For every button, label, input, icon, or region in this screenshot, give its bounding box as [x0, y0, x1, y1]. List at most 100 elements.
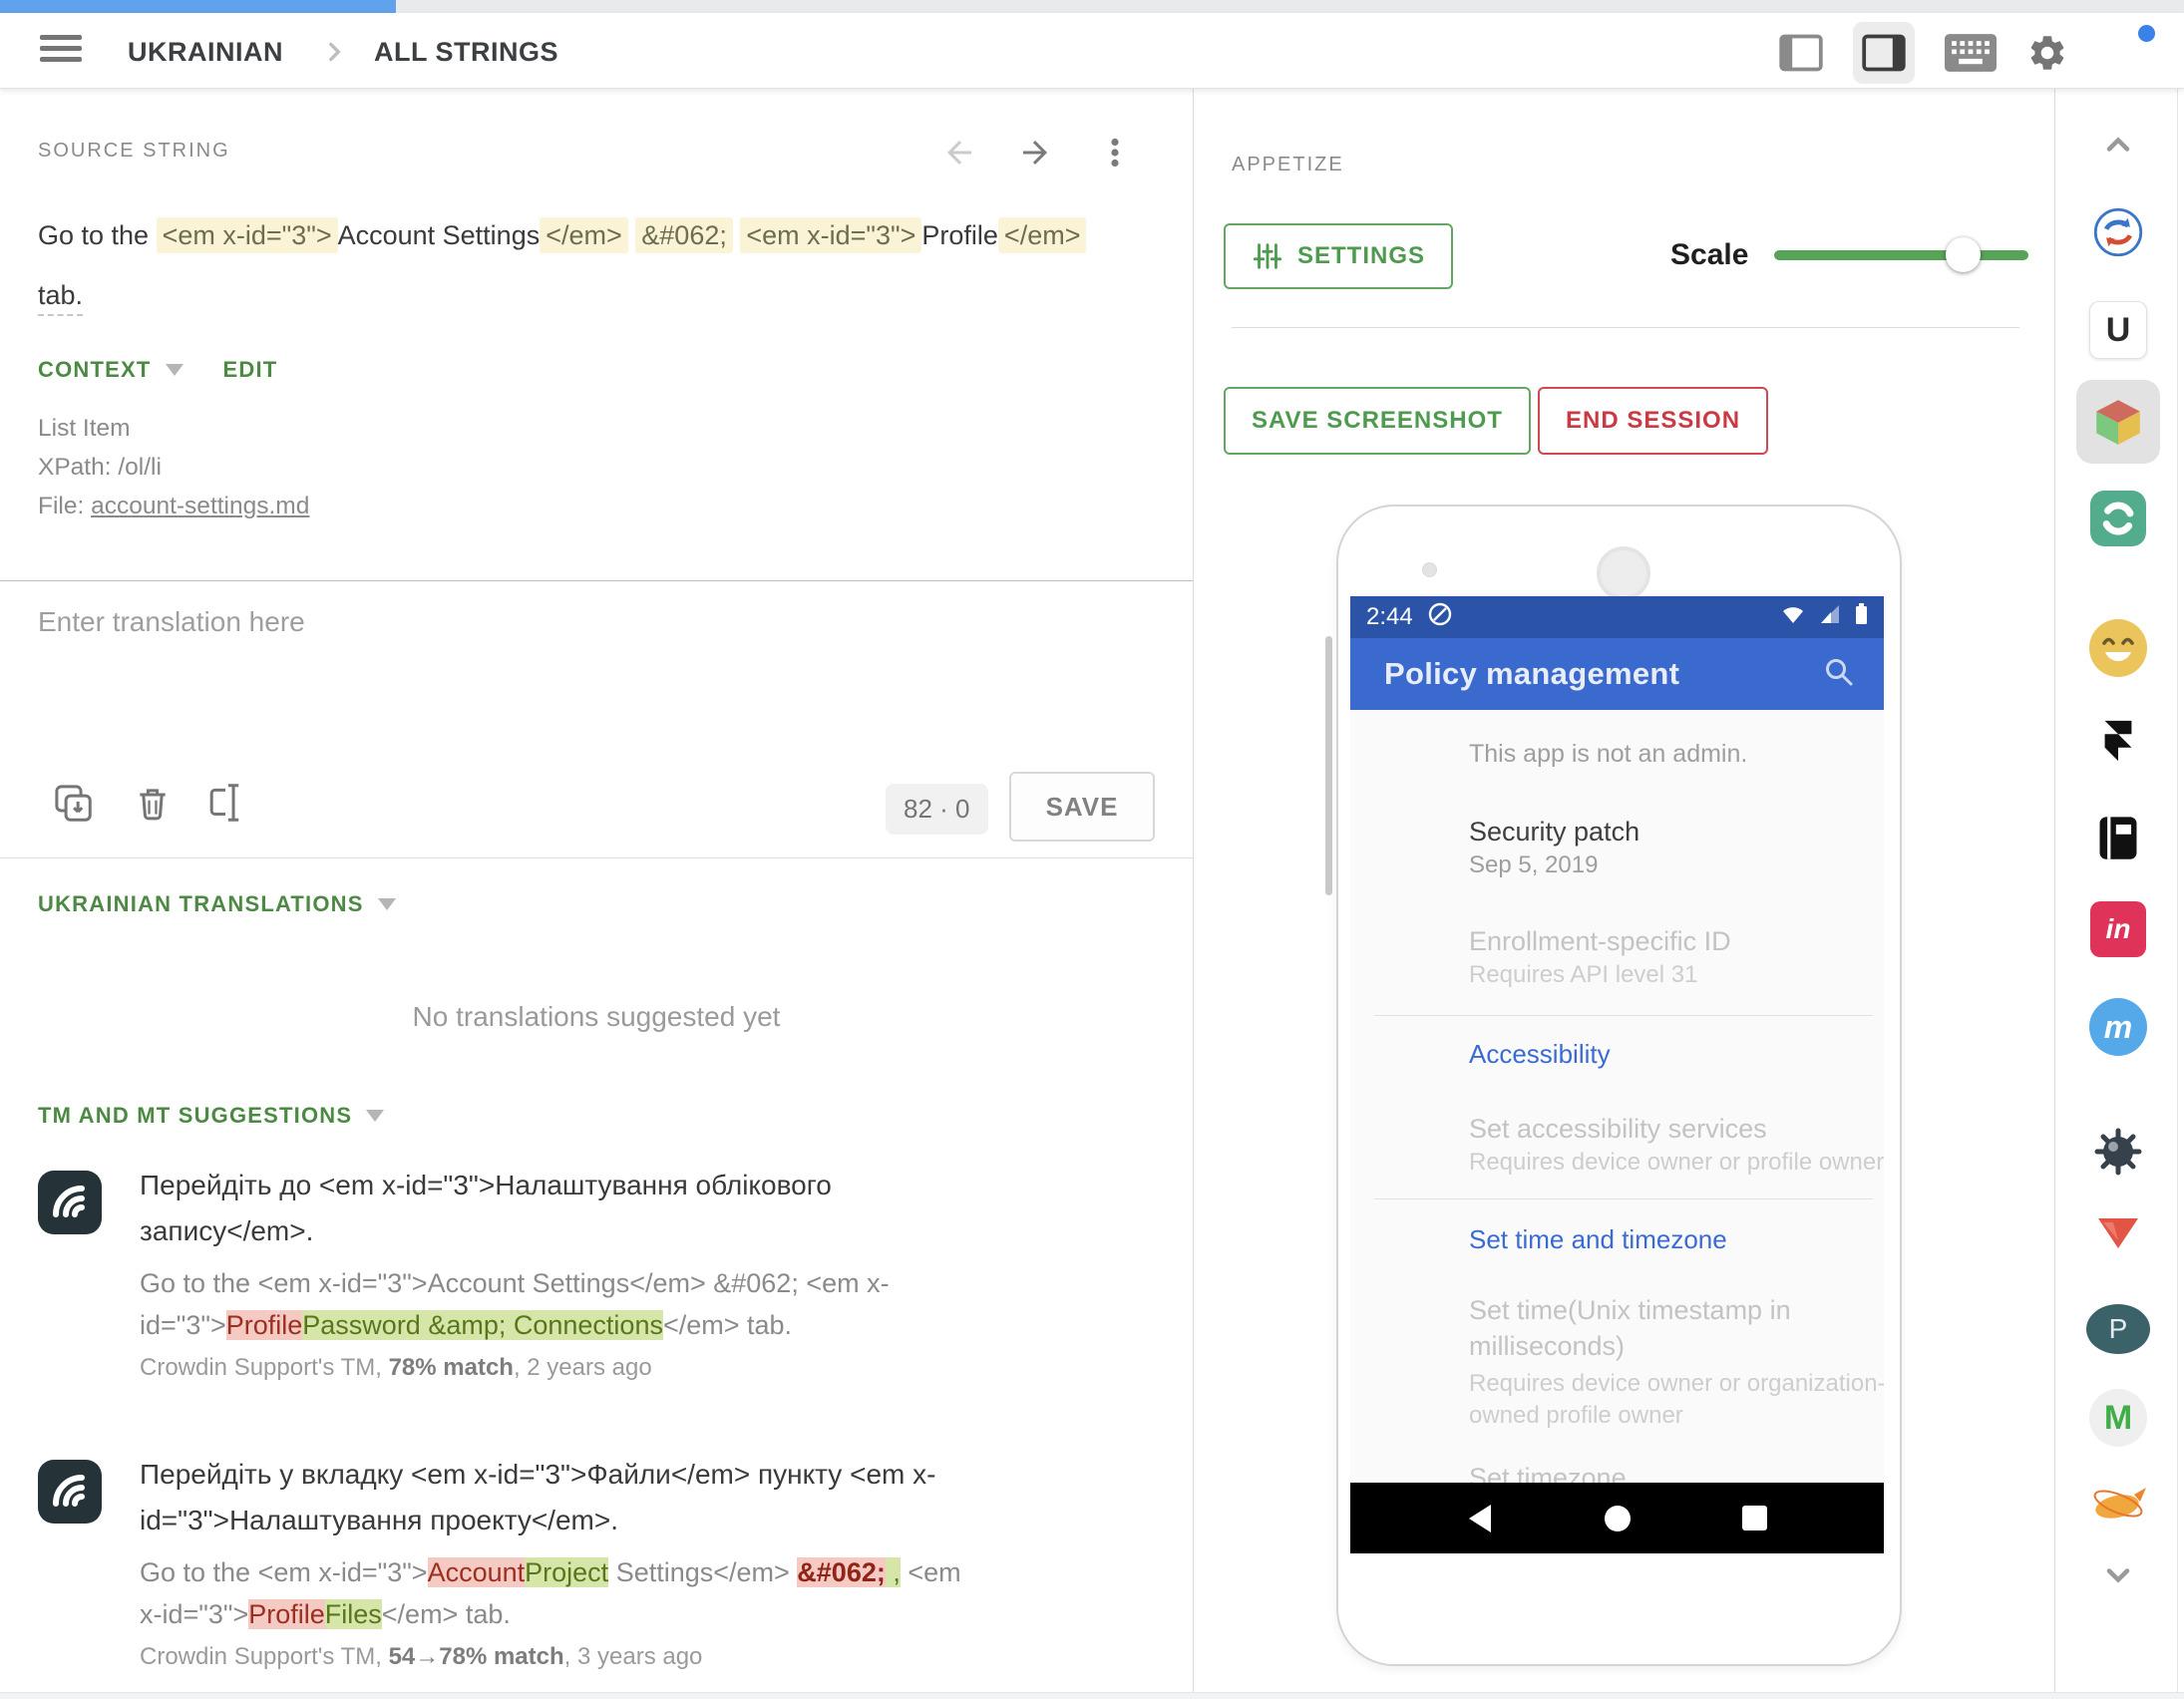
suggestion-translation-text: Перейдіть до <em x-id="3">Налаштування о… — [140, 1163, 977, 1254]
divider — [0, 580, 1193, 581]
context-collapse-icon[interactable] — [166, 364, 183, 376]
system-update-icon — [1427, 601, 1453, 634]
signal-icon — [1819, 603, 1841, 632]
section-link[interactable]: Set time and timezone — [1469, 1224, 1727, 1255]
translations-section-header: UKRAINIAN TRANSLATIONS — [38, 891, 396, 917]
section-link[interactable]: Accessibility — [1469, 1039, 1611, 1070]
suggestion-translation-text: Перейдіть у вкладку <em x-id="3">Файли</… — [140, 1452, 977, 1543]
recents-button[interactable] — [1738, 1502, 1772, 1535]
context-xpath: XPath: /ol/li — [38, 448, 309, 487]
android-status-bar: 2:44 — [1350, 596, 1884, 638]
menu-button[interactable] — [40, 35, 82, 67]
html-tag-token: </em> — [540, 217, 628, 253]
header-bar: UKRAINIAN ALL STRINGS — [0, 13, 2184, 88]
translation-input[interactable] — [30, 598, 1163, 774]
home-button[interactable] — [1601, 1502, 1635, 1535]
appetize-title: APPETIZE — [1232, 154, 1344, 176]
context-file-link[interactable]: account-settings.md — [91, 493, 309, 519]
search-icon[interactable] — [1822, 655, 1856, 694]
layout-right-panel-icon[interactable] — [1853, 22, 1915, 84]
context-edit-button[interactable]: EDIT — [223, 357, 278, 383]
proto-tool-icon[interactable]: P — [2086, 1304, 2150, 1354]
translations-section-toggle[interactable]: UKRAINIAN TRANSLATIONS — [38, 891, 364, 917]
tm-collapse-icon[interactable] — [366, 1110, 384, 1122]
panel-scrollbar[interactable] — [1325, 636, 1332, 895]
diff-added: Password &amp; Connections — [302, 1310, 663, 1340]
sync-tool-icon[interactable] — [2092, 206, 2144, 258]
layout-left-panel-icon[interactable] — [1779, 34, 1823, 72]
context-row: CONTEXT EDIT — [38, 357, 277, 383]
user-avatar[interactable] — [2098, 24, 2156, 82]
marvel-tool-icon[interactable]: m — [2089, 998, 2147, 1056]
breadcrumb-file-filter[interactable]: ALL STRINGS — [374, 37, 558, 68]
context-toggle[interactable]: CONTEXT — [38, 357, 152, 383]
save-screenshot-button[interactable]: SAVE SCREENSHOT — [1224, 387, 1531, 455]
breadcrumb-language[interactable]: UKRAINIAN — [128, 37, 283, 68]
diff-removed: &#062; — [797, 1557, 886, 1587]
loop-tool-icon[interactable] — [2090, 491, 2146, 546]
string-menu-button[interactable] — [1097, 135, 1133, 170]
suggestion-body: Перейдіть до <em x-id="3">Налаштування о… — [140, 1163, 977, 1382]
keyboard-shortcuts-icon[interactable] — [1945, 34, 1997, 72]
qa-underlined-word: tab. — [38, 280, 83, 316]
speaker-grill — [1597, 546, 1650, 600]
diff-added: Project — [525, 1557, 608, 1587]
tm-suggestion[interactable]: Перейдіть у вкладку <em x-id="3">Файли</… — [38, 1452, 1155, 1671]
translations-collapse-icon[interactable] — [378, 898, 396, 910]
previous-string-button[interactable] — [941, 135, 977, 170]
select-text-icon[interactable] — [202, 780, 248, 826]
mine-tool-icon[interactable] — [2091, 1125, 2145, 1179]
translation-progress-bar — [0, 0, 2184, 13]
save-translation-button[interactable]: SAVE — [1009, 772, 1155, 842]
tm-section-toggle[interactable]: TM AND MT SUGGESTIONS — [38, 1103, 352, 1129]
status-time: 2:44 — [1366, 603, 1413, 631]
zeplin-tool-icon[interactable] — [2087, 1473, 2149, 1534]
clear-translation-icon[interactable] — [130, 780, 176, 826]
emulator-screen[interactable]: 2:44 Policy managemen — [1350, 596, 1884, 1553]
scale-slider[interactable] — [1774, 250, 2028, 260]
end-session-button[interactable]: END SESSION — [1538, 387, 1768, 455]
scale-slider-thumb[interactable] — [1946, 237, 1981, 272]
diff-added: Files — [325, 1599, 382, 1629]
header-icons — [1779, 21, 2156, 85]
android-app-bar: Policy management — [1350, 638, 1884, 710]
emoji-tool-icon[interactable] — [2089, 619, 2147, 677]
appetize-settings-button[interactable]: SETTINGS — [1224, 223, 1453, 289]
wifi-icon — [1781, 603, 1805, 632]
journal-tool-icon[interactable] — [2093, 813, 2143, 862]
diff-removed: Account — [428, 1557, 526, 1587]
list-item[interactable]: Security patch Sep 5, 2019 — [1469, 814, 1884, 881]
back-button[interactable] — [1463, 1502, 1497, 1535]
medium-tool-icon[interactable]: M — [2089, 1389, 2147, 1447]
tm-suggestion[interactable]: Перейдіть до <em x-id="3">Налаштування о… — [38, 1163, 1155, 1382]
divider — [0, 857, 1193, 858]
scroll-down-icon[interactable] — [2100, 1557, 2136, 1593]
translation-progress-fill — [0, 0, 396, 13]
scale-control: Scale — [1670, 233, 2028, 277]
html-entity-token: &#062; — [635, 217, 733, 253]
battery-icon — [1855, 603, 1868, 632]
appetize-tool-icon-active[interactable] — [2076, 380, 2160, 464]
list-item: Set time(Unix timestamp in milliseconds)… — [1469, 1292, 1884, 1432]
tm-section-header: TM AND MT SUGGESTIONS — [38, 1103, 384, 1129]
crowdin-tm-icon — [38, 1460, 102, 1524]
admin-notice: This app is not an admin. — [1469, 740, 1747, 769]
invision-tool-icon[interactable]: in — [2090, 901, 2146, 957]
device-emulator: 2:44 Policy managemen — [1336, 505, 1902, 1666]
next-string-button[interactable] — [1017, 135, 1053, 170]
usersnap-tool-icon[interactable]: U — [2089, 301, 2147, 359]
android-nav-bar — [1350, 1483, 1884, 1553]
context-type: List Item — [38, 409, 309, 448]
suggestion-source-diff: Go to the <em x-id="3">AccountProject Se… — [140, 1551, 977, 1635]
copy-source-icon[interactable] — [50, 780, 96, 826]
scroll-up-icon[interactable] — [2100, 127, 2136, 163]
framer-tool-icon[interactable] — [2095, 718, 2141, 764]
list-divider — [1374, 1198, 1873, 1199]
settings-gear-icon[interactable] — [2026, 32, 2068, 74]
suggestion-meta: Crowdin Support's TM, 78% match, 2 years… — [140, 1354, 977, 1382]
match-percent: 54→78% match — [389, 1643, 564, 1670]
source-string-text: Go to the <em x-id="3">Account Settings<… — [38, 205, 1115, 325]
crowdin-editor-page: UKRAINIAN ALL STRINGS — [0, 0, 2184, 1699]
productboard-tool-icon[interactable] — [2093, 1214, 2143, 1258]
suggestion-meta: Crowdin Support's TM, 54→78% match, 3 ye… — [140, 1643, 977, 1671]
